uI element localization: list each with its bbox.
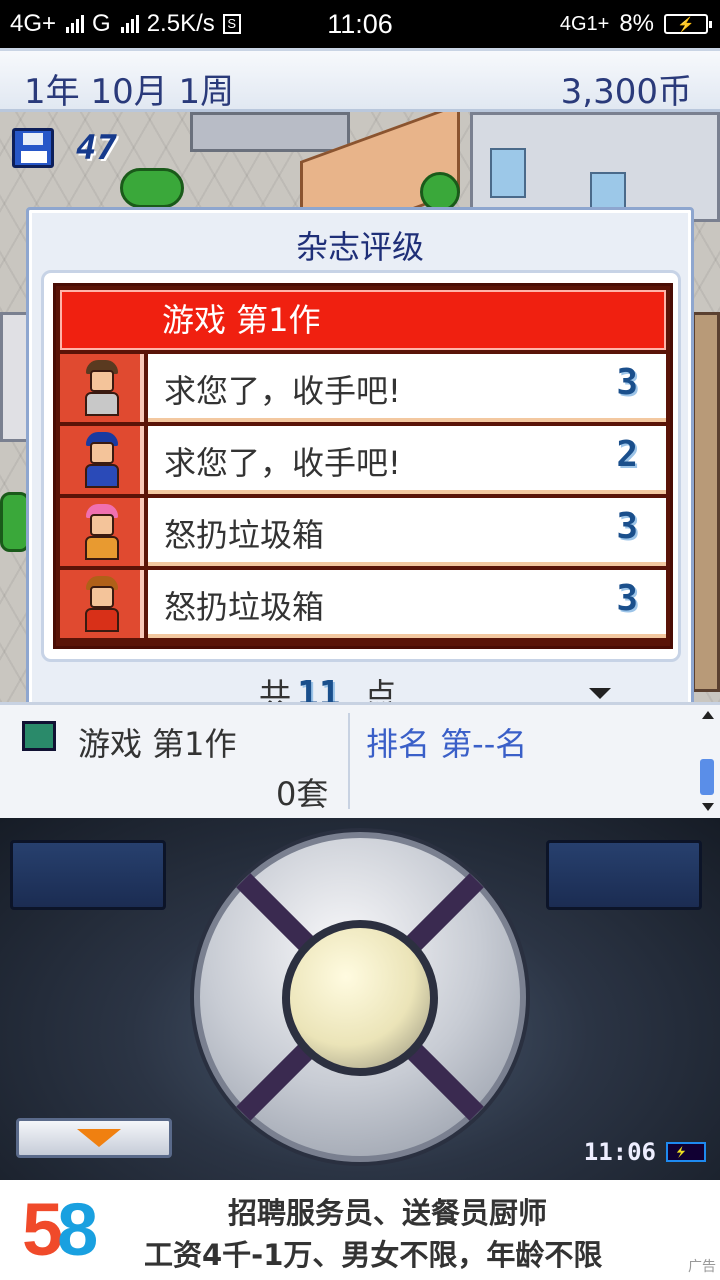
reviewer-avatar-icon — [82, 432, 122, 488]
game-name: 游戏 第1作 — [78, 725, 237, 763]
right-softkey-button[interactable] — [546, 840, 702, 910]
tree — [420, 172, 460, 212]
review-score: 3 — [616, 506, 638, 547]
review-row: 怒扔垃圾箱 3 — [60, 498, 666, 566]
divider — [348, 713, 350, 809]
controller-time: 11:06 — [583, 1138, 656, 1166]
save-count: 47 — [76, 128, 117, 168]
building — [190, 112, 350, 152]
rank-label: 排名 第--名 — [366, 725, 528, 763]
ad-logo[interactable]: 58 — [22, 1188, 98, 1272]
reviewer-cell — [60, 426, 144, 494]
menu-button[interactable] — [16, 1118, 172, 1158]
review-comment: 怒扔垃圾箱 — [164, 516, 325, 554]
building — [692, 312, 720, 692]
scrollbar[interactable] — [698, 705, 718, 815]
review-score: 3 — [616, 578, 638, 619]
reviewer-cell — [60, 498, 144, 566]
scroll-up-icon[interactable] — [702, 711, 714, 719]
game-date: 1年 10月 1周 — [24, 72, 235, 112]
review-row: 求您了，收手吧! 3 — [60, 354, 666, 422]
controller-clock: 11:06 — [584, 1138, 706, 1166]
money-display: 3,300币 — [560, 72, 692, 112]
battery-icon: ⚡ — [664, 14, 712, 34]
review-comment: 怒扔垃圾箱 — [164, 588, 325, 626]
review-score: 2 — [616, 434, 638, 475]
scroll-down-icon[interactable] — [702, 803, 714, 811]
ad-logo-digit: 5 — [22, 1188, 63, 1271]
ad-headline[interactable]: 招聘服务员、送餐员厨师 — [228, 1190, 547, 1232]
review-cell: 求您了，收手吧! 2 — [148, 426, 666, 494]
tree — [120, 168, 184, 208]
review-cell: 求您了，收手吧! 3 — [148, 354, 666, 422]
virtual-controller: 11:06 — [0, 818, 720, 1180]
sets-sold: 0套 — [276, 775, 329, 813]
review-row: 求您了，收手吧! 2 — [60, 426, 666, 494]
scroll-thumb[interactable] — [700, 759, 714, 795]
dpad[interactable] — [194, 832, 526, 1162]
ad-logo-digit: 8 — [57, 1188, 98, 1271]
building — [490, 148, 526, 198]
status-right: 4G1+ 8% ⚡ — [559, 10, 712, 38]
game-cartridge-icon — [22, 721, 56, 751]
game-header: 1年 10月 1周 3,300币 — [0, 48, 720, 112]
ratings-table: 游戏 第1作 求您了，收手吧! 3 求您了，收手吧! 2 怒扔垃圾箱 3 怒扔垃… — [53, 283, 673, 649]
dialog-title: 杂志评级 — [295, 228, 424, 266]
reviewer-cell — [60, 570, 144, 638]
status-bar: 4G+ G 2.5K/s S 11:06 4G1+ 8% ⚡ — [0, 0, 720, 48]
dialog-content: 游戏 第1作 求您了，收手吧! 3 求您了，收手吧! 2 怒扔垃圾箱 3 怒扔垃… — [41, 270, 681, 662]
network-label-3: 4G1+ — [559, 12, 610, 35]
review-cell: 怒扔垃圾箱 3 — [148, 570, 666, 638]
review-comment: 求您了，收手吧! — [164, 372, 401, 410]
game-title-banner: 游戏 第1作 — [60, 290, 666, 350]
reviewer-avatar-icon — [82, 576, 122, 632]
review-score: 3 — [616, 362, 638, 403]
review-row: 怒扔垃圾箱 3 — [60, 570, 666, 638]
game-info-panel: 游戏 第1作 0套 排名 第--名 — [0, 702, 720, 818]
ad-banner[interactable]: 58 招聘服务员、送餐员厨师 工资4千-1万、男女不限，年龄不限 广告 — [0, 1180, 720, 1280]
save-icon[interactable] — [12, 128, 54, 168]
reviewer-avatar-icon — [82, 360, 122, 416]
dpad-center-button[interactable] — [282, 920, 438, 1076]
left-softkey-button[interactable] — [10, 840, 166, 910]
reviewer-cell — [60, 354, 144, 422]
review-comment: 求您了，收手吧! — [164, 444, 401, 482]
battery-charging-icon — [666, 1142, 706, 1162]
magazine-rating-dialog: 杂志评级 游戏 第1作 求您了，收手吧! 3 求您了，收手吧! 2 怒扔垃圾箱 … — [26, 207, 694, 721]
ad-subline[interactable]: 工资4千-1万、男女不限，年龄不限 — [144, 1232, 602, 1274]
review-cell: 怒扔垃圾箱 3 — [148, 498, 666, 566]
ad-tag: 广告 — [688, 1259, 716, 1275]
battery-percent: 8% — [619, 10, 654, 37]
reviewer-avatar-icon — [82, 504, 122, 560]
menu-arrow-icon — [77, 1129, 121, 1147]
next-page-arrow-icon[interactable] — [589, 688, 611, 699]
